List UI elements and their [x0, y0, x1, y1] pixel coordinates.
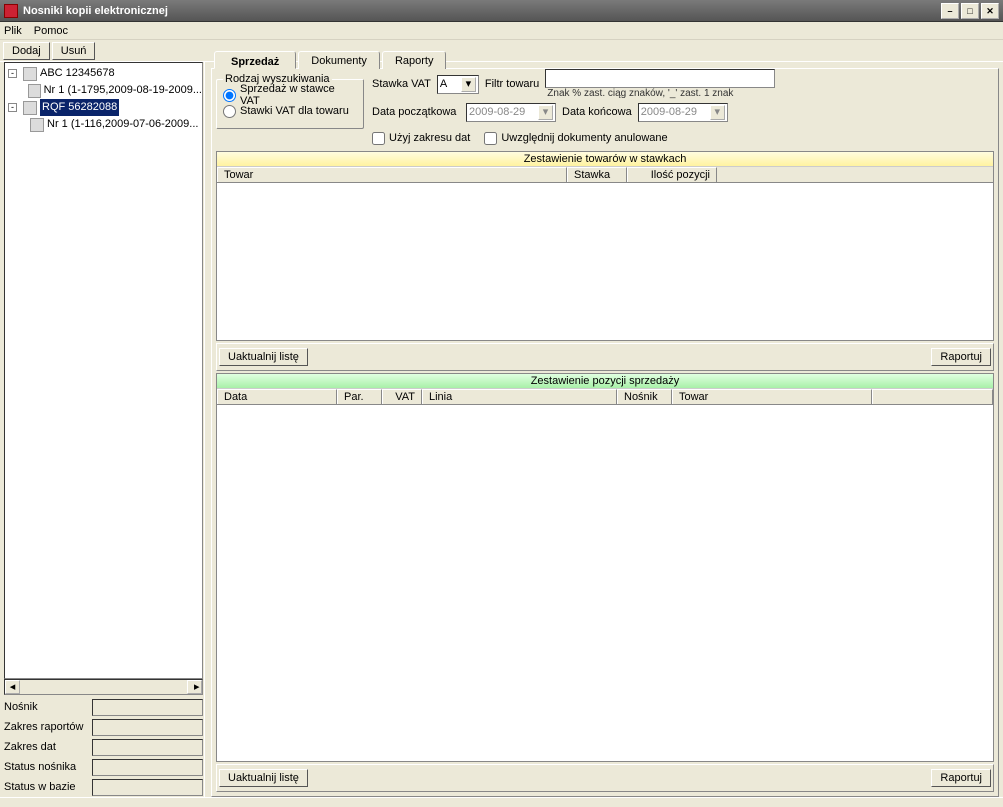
table1-banner: Zestawienie towarów w stawkach [217, 152, 993, 167]
scroll-left-icon[interactable]: ◂ [5, 680, 20, 694]
properties-panel: Nośnik Zakres raportów Zakres dat Status… [4, 697, 203, 797]
prop-value-zakres-dat [92, 739, 203, 756]
minimize-button[interactable]: – [941, 3, 959, 19]
tree-label: Nr 1 (1-1795,2009-08-19-2009... [44, 82, 202, 99]
add-button[interactable]: Dodaj [3, 42, 50, 60]
prop-label-status-bazie: Status w bazie [4, 781, 92, 793]
prop-label-zakres-raportow: Zakres raportów [4, 721, 92, 733]
col-data[interactable]: Data [217, 389, 337, 404]
tab-bar: Sprzedaż Dokumenty Raporty [214, 48, 999, 68]
chevron-down-icon[interactable]: ▾ [710, 105, 725, 120]
scroll-right-icon[interactable]: ▸ [187, 680, 202, 694]
col-par[interactable]: Par. [337, 389, 382, 404]
report-button-1[interactable]: Raportuj [931, 348, 991, 366]
carrier-icon [23, 67, 37, 81]
tab-raporty[interactable]: Raporty [382, 51, 447, 69]
data-koncowa-value: 2009-08-29 [641, 106, 697, 118]
remove-button[interactable]: Usuń [52, 42, 96, 60]
stawka-vat-value: A [440, 78, 447, 90]
tree-view[interactable]: - ABC 12345678 Nr 1 (1-1795,2009-08-19-2… [4, 62, 203, 679]
tree-node-child2[interactable]: Nr 1 (1-116,2009-07-06-2009... [5, 116, 202, 133]
col-ilosc[interactable]: Ilość pozycji [627, 167, 717, 182]
right-panel: Sprzedaż Dokumenty Raporty Rodzaj wyszuk… [205, 62, 1003, 797]
tree-node-root1[interactable]: - ABC 12345678 [5, 65, 202, 82]
table1-button-row: Uaktualnij listę Raportuj [216, 343, 994, 371]
col-linia[interactable]: Linia [422, 389, 617, 404]
radio-label-1: Sprzedaż w stawce VAT [240, 83, 357, 107]
table-towary-stawki: Zestawienie towarów w stawkach Towar Sta… [216, 151, 994, 341]
left-panel: - ABC 12345678 Nr 1 (1-1795,2009-08-19-2… [0, 62, 205, 797]
tab-panel-sprzedaz: Rodzaj wyszukiwania Sprzedaż w stawce VA… [211, 68, 999, 797]
tree-h-scrollbar[interactable]: ◂ ▸ [4, 679, 203, 695]
chk-uzyj-zakresu-label: Użyj zakresu dat [389, 132, 470, 144]
expander-icon[interactable]: - [8, 69, 17, 78]
menu-help[interactable]: Pomoc [34, 25, 68, 37]
prop-value-status-nosnika [92, 759, 203, 776]
sheet-icon [28, 84, 41, 98]
carrier-icon [23, 101, 37, 115]
filtr-towaru-label: Filtr towaru [485, 78, 539, 90]
col-nosnik[interactable]: Nośnik [617, 389, 672, 404]
update-list-button-2[interactable]: Uaktualnij listę [219, 769, 308, 787]
filtr-towaru-input[interactable] [545, 69, 775, 88]
data-poczatkowa-label: Data początkowa [372, 106, 460, 118]
data-koncowa-label: Data końcowa [562, 106, 632, 118]
prop-label-status-nosnika: Status nośnika [4, 761, 92, 773]
col-towar[interactable]: Towar [217, 167, 567, 182]
col-spare[interactable] [872, 389, 993, 404]
table2-body[interactable] [217, 405, 993, 761]
update-list-button-1[interactable]: Uaktualnij listę [219, 348, 308, 366]
tree-label: RQF 56282088 [40, 99, 119, 116]
table2-button-row: Uaktualnij listę Raportuj [216, 764, 994, 792]
expander-icon[interactable]: - [8, 103, 17, 112]
prop-value-nosnik [92, 699, 203, 716]
tree-label: Nr 1 (1-116,2009-07-06-2009... [47, 116, 198, 133]
table-pozycje-sprzedazy: Zestawienie pozycji sprzedaży Data Par. … [216, 373, 994, 762]
statusbar [0, 797, 1003, 807]
radio-sprzedaz-stawce[interactable] [223, 89, 236, 102]
report-button-2[interactable]: Raportuj [931, 769, 991, 787]
prop-value-zakres-raportow [92, 719, 203, 736]
data-poczatkowa-value: 2009-08-29 [469, 106, 525, 118]
close-button[interactable]: ✕ [981, 3, 999, 19]
tree-label: ABC 12345678 [40, 65, 115, 82]
radio-label-2: Stawki VAT dla towaru [240, 105, 349, 117]
chk-uzyj-zakresu[interactable] [372, 132, 385, 145]
prop-value-status-bazie [92, 779, 203, 796]
tree-node-child1[interactable]: Nr 1 (1-1795,2009-08-19-2009... [5, 82, 202, 99]
tab-sprzedaz[interactable]: Sprzedaż [214, 51, 296, 69]
window-title: Nosniki kopii elektronicznej [23, 5, 939, 17]
stawka-vat-combo[interactable]: A ▾ [437, 75, 479, 94]
data-poczatkowa-picker[interactable]: 2009-08-29 ▾ [466, 103, 556, 122]
table1-body[interactable] [217, 183, 993, 340]
table2-banner: Zestawienie pozycji sprzedaży [217, 374, 993, 389]
sheet-icon [30, 118, 44, 132]
maximize-button[interactable]: □ [961, 3, 979, 19]
col-vat[interactable]: VAT [382, 389, 422, 404]
tab-dokumenty[interactable]: Dokumenty [298, 51, 380, 69]
app-icon [4, 4, 18, 18]
col-towar2[interactable]: Towar [672, 389, 872, 404]
data-koncowa-picker[interactable]: 2009-08-29 ▾ [638, 103, 728, 122]
tree-node-root2[interactable]: - RQF 56282088 [5, 99, 202, 116]
prop-label-zakres-dat: Zakres dat [4, 741, 92, 753]
chk-uwzglednij-anulowane-label: Uwzględnij dokumenty anulowane [501, 132, 667, 144]
chk-uwzglednij-anulowane[interactable] [484, 132, 497, 145]
col-stawka[interactable]: Stawka [567, 167, 627, 182]
menu-file[interactable]: Plik [4, 25, 22, 37]
menubar: Plik Pomoc [0, 22, 1003, 40]
table2-header: Data Par. VAT Linia Nośnik Towar [217, 389, 993, 405]
chevron-down-icon[interactable]: ▾ [538, 105, 553, 120]
chevron-down-icon[interactable]: ▾ [461, 77, 476, 92]
search-type-group: Rodzaj wyszukiwania Sprzedaż w stawce VA… [216, 73, 364, 129]
titlebar: Nosniki kopii elektronicznej – □ ✕ [0, 0, 1003, 22]
radio-stawki-towaru[interactable] [223, 105, 236, 118]
prop-label-nosnik: Nośnik [4, 701, 92, 713]
filtr-hint: Znak % zast. ciąg znaków, '_' zast. 1 zn… [547, 88, 775, 99]
table1-header: Towar Stawka Ilość pozycji [217, 167, 993, 183]
stawka-vat-label: Stawka VAT [372, 78, 431, 90]
